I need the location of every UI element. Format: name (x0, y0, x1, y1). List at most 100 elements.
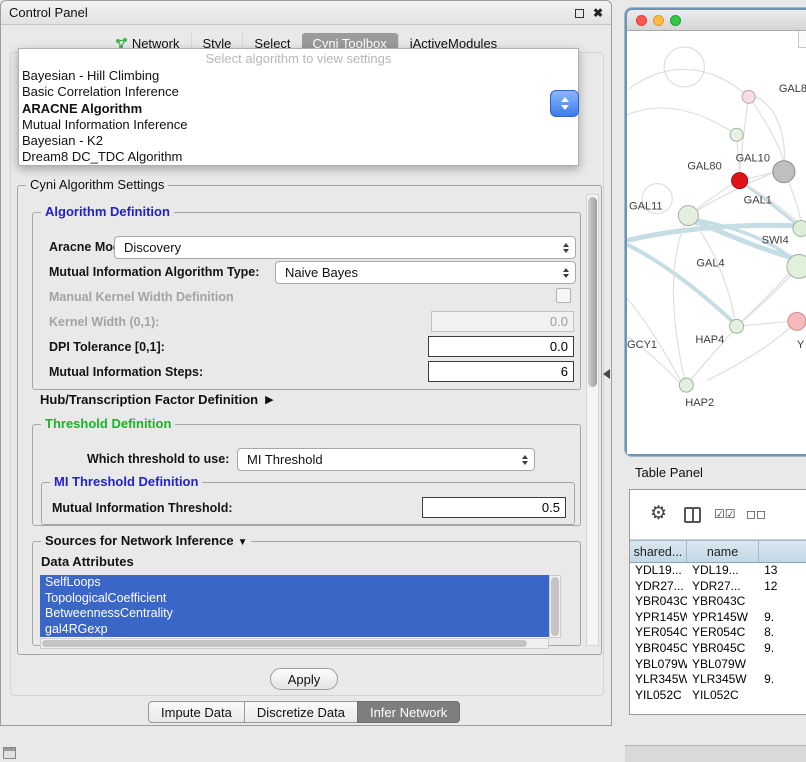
attribute-item-gal4rgexp[interactable]: gal4RGexp (40, 622, 549, 638)
table-cell: YBR045C (630, 641, 687, 657)
sources-group-title[interactable]: Sources for Network Inference ▼ (41, 533, 251, 548)
table-cell: YDR27... (687, 579, 759, 595)
table-cell: YBR043C (630, 594, 687, 610)
dropdown-item-basic-correlation-inference[interactable]: Basic Correlation Inference (19, 84, 578, 100)
table-cell: YIL052C (630, 688, 687, 704)
table-row[interactable]: YBR045CYBR045C9. (630, 641, 806, 657)
table-cell: YBL079W (687, 657, 759, 673)
apply-button[interactable]: Apply (270, 668, 338, 690)
combo-arrows-icon (563, 268, 569, 278)
network-canvas[interactable]: GAL80GAL80GAL10GAL11GAL1SWI4GAL4GCY1HAP4… (627, 31, 806, 454)
algorithm-combobox-button[interactable] (550, 90, 579, 117)
close-window-icon[interactable]: ✖ (593, 5, 603, 21)
table-row[interactable]: YER054CYER054C8. (630, 625, 806, 641)
network-node-label: GCY1 (627, 339, 657, 351)
zoom-traffic-light[interactable] (670, 15, 681, 26)
scrollbar-thumb[interactable] (42, 640, 527, 647)
table-row[interactable]: YLR345WYLR345W9. (630, 672, 806, 688)
deselect-all-checkboxes-icon[interactable]: ◻◻ (746, 507, 766, 521)
network-node[interactable] (730, 128, 743, 141)
sources-title-text: Sources for Network Inference (45, 533, 234, 548)
bottom-tab-impute-data[interactable]: Impute Data (148, 701, 245, 723)
control-panel-window: Control Panel ✖ NetworkStyleSelectCyni T… (0, 0, 612, 726)
network-node[interactable] (678, 206, 698, 226)
network-node-label: GAL11 (629, 201, 663, 213)
network-node[interactable] (730, 319, 744, 333)
network-node[interactable] (732, 173, 748, 189)
network-scrollbar-stub[interactable] (798, 31, 806, 48)
table-column-header-2[interactable] (759, 541, 806, 562)
collapse-down-icon: ▼ (238, 537, 248, 548)
dropdown-placeholder: Select algorithm to view settings (19, 49, 578, 68)
minimize-traffic-light[interactable] (653, 15, 664, 26)
table-cell: YBL079W (630, 657, 687, 673)
scrollbar-thumb[interactable] (588, 197, 597, 387)
dpi-tolerance-value: 0.0 (550, 339, 568, 354)
algorithm-dropdown-popup: Select algorithm to view settings Bayesi… (18, 48, 579, 166)
bottom-tab-infer-network[interactable]: Infer Network (357, 701, 460, 723)
restore-window-icon[interactable] (575, 9, 584, 18)
dropdown-item-dream8-dc-tdc-algorithm[interactable]: Dream8 DC_TDC Algorithm (19, 149, 578, 165)
network-node[interactable] (787, 254, 806, 278)
aracne-mode-value: Discovery (124, 240, 181, 255)
attribute-item-betweennesscentrality[interactable]: BetweennessCentrality (40, 606, 549, 622)
network-node[interactable] (788, 312, 806, 330)
table-cell: YPR145W (630, 610, 687, 626)
dropdown-item-bayesian-k2[interactable]: Bayesian - K2 (19, 133, 578, 149)
panel-collapse-arrow[interactable] (603, 369, 610, 379)
combo-up-arrow-icon (561, 97, 569, 102)
window-title: Control Panel (9, 5, 88, 20)
table-panel-title: Table Panel (635, 465, 703, 480)
attribute-item-topologicalcoefficient[interactable]: TopologicalCoefficient (40, 591, 549, 607)
bottom-tab-discretize-data[interactable]: Discretize Data (244, 701, 358, 723)
dpi-tolerance-label: DPI Tolerance [0,1]: (49, 340, 165, 354)
dropdown-item-bayesian-hill-climbing[interactable]: Bayesian - Hill Climbing (19, 68, 578, 84)
list-vertical-scrollbar[interactable] (549, 575, 561, 638)
scrollbar-thumb[interactable] (551, 577, 559, 636)
close-traffic-light[interactable] (636, 15, 647, 26)
network-node[interactable] (742, 90, 755, 103)
dropdown-item-aracne-algorithm[interactable]: ARACNE Algorithm (19, 101, 578, 117)
network-window-titlebar[interactable] (627, 10, 806, 31)
kernel-width-field[interactable]: 0.0 (431, 311, 574, 332)
settings-vertical-scrollbar[interactable] (586, 194, 599, 646)
kernel-width-label: Kernel Width (0,1): (49, 315, 159, 329)
list-horizontal-scrollbar[interactable] (40, 638, 549, 649)
table-row[interactable]: YIL052CYIL052C (630, 688, 806, 704)
network-node[interactable] (679, 378, 693, 392)
bottom-panel-strip (625, 745, 806, 762)
attribute-item-selfloops[interactable]: SelfLoops (40, 575, 549, 591)
table-row[interactable]: YBR043CYBR043C (630, 594, 806, 610)
which-threshold-combobox[interactable]: MI Threshold (237, 448, 535, 471)
table-row[interactable]: YDR27...YDR27...12 (630, 579, 806, 595)
select-all-checkboxes-icon[interactable]: ☑☑ (714, 507, 736, 521)
which-threshold-label: Which threshold to use: (87, 452, 229, 466)
manual-kernel-checkbox[interactable] (556, 288, 571, 303)
network-node-label: GAL80 (779, 83, 806, 95)
mi-type-combobox[interactable]: Naive Bayes (275, 261, 576, 284)
table-cell: YPR145W (687, 610, 759, 626)
mi-steps-label: Mutual Information Steps: (49, 365, 203, 379)
mi-steps-field[interactable]: 6 (428, 361, 574, 382)
control-panel-titlebar[interactable]: Control Panel ✖ (1, 1, 611, 25)
dropdown-item-mutual-information-inference[interactable]: Mutual Information Inference (19, 117, 578, 133)
cyni-algorithm-settings-group: Cyni Algorithm Settings Algorithm Defini… (17, 185, 602, 655)
table-row[interactable]: YBL079WYBL079W (630, 657, 806, 673)
network-node-label: HAP4 (695, 334, 724, 346)
table-cell: YBR045C (687, 641, 759, 657)
mi-threshold-field[interactable]: 0.5 (422, 497, 566, 518)
table-row[interactable]: YDL19...YDL19...13 (630, 563, 806, 579)
table-cell: 13 (759, 563, 806, 579)
network-node[interactable] (773, 161, 795, 183)
minimized-panel-icon[interactable] (3, 747, 16, 759)
aracne-mode-combobox[interactable]: Discovery (114, 236, 576, 259)
gear-icon[interactable]: ⚙ (650, 502, 667, 525)
dpi-tolerance-field[interactable]: 0.0 (428, 336, 574, 357)
table-row[interactable]: YPR145WYPR145W9. (630, 610, 806, 626)
table-column-header-shared-[interactable]: shared... (630, 541, 687, 562)
columns-icon[interactable] (684, 507, 701, 523)
table-cell: YLR345W (687, 672, 759, 688)
table-column-header-name[interactable]: name (687, 541, 759, 562)
network-node[interactable] (793, 221, 806, 237)
hub-tf-section-header[interactable]: Hub/Transcription Factor Definition ▶ (40, 392, 274, 407)
